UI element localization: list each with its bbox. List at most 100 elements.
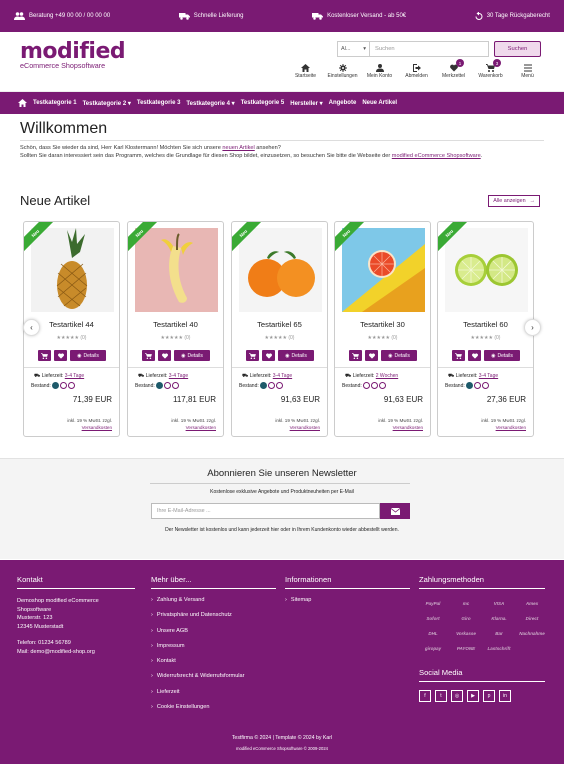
nav-mein-konto[interactable]: Mein Konto	[361, 64, 398, 79]
truck-icon: ⛟	[345, 373, 352, 379]
modified-link[interactable]: modified eCommerce Shopsoftware	[392, 153, 481, 159]
payment-logo: VISA	[493, 600, 505, 606]
details-button[interactable]: ◉ Details	[381, 350, 417, 361]
shipping-costs-link[interactable]: Versandkosten	[186, 425, 216, 430]
product-card[interactable]: Neu Testartikel 30 ★★★★★ (0) ◉ Details ⛟ …	[334, 221, 431, 437]
product-name[interactable]: Testartikel 40	[128, 320, 223, 329]
heart-icon	[161, 352, 168, 359]
footer-link[interactable]: › Unsere AGB	[151, 628, 276, 634]
rating-count: (0)	[184, 335, 191, 341]
shipping-costs-link[interactable]: Versandkosten	[393, 425, 423, 430]
shipping-costs-link[interactable]: Versandkosten	[82, 425, 112, 430]
add-to-wishlist-button[interactable]	[158, 350, 171, 361]
product-image[interactable]	[135, 228, 218, 312]
footer-link[interactable]: › Sitemap	[285, 597, 410, 603]
category-item[interactable]: Testkategorie 1	[33, 100, 77, 106]
add-to-cart-button[interactable]	[38, 350, 51, 361]
delivery-value[interactable]: 3-4 Tage	[65, 373, 84, 379]
product-card[interactable]: Neu Testartikel 65 ★★★★★ (0) ◉ Details ⛟ …	[231, 221, 328, 437]
category-item[interactable]: Testkategorie 5	[241, 100, 285, 106]
search-input[interactable]: Suchen	[369, 41, 489, 57]
product-card[interactable]: Neu Testartikel 40 ★★★★★ (0) ◉ Details ⛟ …	[127, 221, 224, 437]
footer-link[interactable]: › Privatsphäre und Datenschutz	[151, 612, 276, 618]
show-all-button[interactable]: Alle anzeigen →	[488, 194, 540, 207]
nav-startseite[interactable]: Startseite	[287, 64, 324, 79]
product-image[interactable]	[239, 228, 322, 312]
newsletter-email-input[interactable]: Ihre E-Mail-Adresse ...	[151, 503, 380, 519]
details-button[interactable]: ◉ Details	[70, 350, 106, 361]
chevron-right-icon: ›	[531, 323, 534, 332]
nav-merkzettel[interactable]: 1 Merkzettel	[435, 59, 472, 79]
nav-warenkorb[interactable]: 3 Warenkorb	[472, 59, 509, 79]
add-to-cart-button[interactable]	[349, 350, 362, 361]
add-to-wishlist-button[interactable]	[262, 350, 275, 361]
tax-info: inkl. 19 % MwSt. zzgl. Versandkosten	[481, 417, 526, 431]
product-image[interactable]	[445, 228, 528, 312]
add-to-cart-button[interactable]	[452, 350, 465, 361]
category-item[interactable]: Testkategorie 3	[137, 100, 181, 106]
return-icon	[475, 12, 483, 20]
details-button[interactable]: ◉ Details	[174, 350, 210, 361]
details-label: Details	[187, 352, 203, 359]
shipping-info: Kostenloser Versand - ab 50€	[312, 12, 406, 20]
footer-heading: Mehr über...	[151, 575, 276, 589]
category-item[interactable]: Angebote	[329, 100, 357, 106]
product-image[interactable]	[31, 228, 114, 312]
add-to-cart-button[interactable]	[142, 350, 155, 361]
footer-link[interactable]: › Zahlung & Versand	[151, 597, 276, 603]
footer-link-label: Impressum	[156, 642, 185, 649]
product-name[interactable]: Testartikel 60	[438, 320, 533, 329]
product-card[interactable]: Neu Testartikel 60 ★★★★★ (0) ◉ Details ⛟ …	[437, 221, 534, 437]
search-button[interactable]: Suchen	[494, 41, 541, 57]
delivery-value[interactable]: 3-4 Tage	[169, 373, 188, 379]
rating-count: (0)	[494, 335, 501, 341]
slider-next-button[interactable]: ›	[524, 319, 541, 336]
copyright: Testfirma © 2024 | Template © 2024 by Ka…	[231, 735, 333, 741]
facebook-icon[interactable]: f	[419, 690, 431, 702]
contact-mail[interactable]: Mail: demo@modified-shop.org	[17, 648, 135, 657]
newsletter-submit-button[interactable]	[380, 503, 410, 519]
shipping-costs-link[interactable]: Versandkosten	[496, 425, 526, 430]
twitter-icon[interactable]: t	[435, 690, 447, 702]
pinterest-icon[interactable]: p	[483, 690, 495, 702]
footer-link[interactable]: › Lieferzeit	[151, 689, 276, 695]
chevron-right-icon: ›	[151, 612, 153, 619]
shipping-costs-link[interactable]: Versandkosten	[290, 425, 320, 430]
add-to-wishlist-button[interactable]	[365, 350, 378, 361]
search-category-select[interactable]: Al... ▾	[337, 41, 369, 57]
instagram-icon[interactable]: ◎	[451, 690, 463, 702]
new-articles-link[interactable]: neuen Artikel	[222, 145, 254, 151]
add-to-wishlist-button[interactable]	[468, 350, 481, 361]
product-name[interactable]: Testartikel 65	[232, 320, 327, 329]
gear-icon	[338, 64, 347, 72]
footer-link[interactable]: › Widerrufsrecht & Widerrufsformular	[151, 673, 276, 679]
category-item[interactable]: Neue Artikel	[362, 100, 397, 106]
footer-link[interactable]: › Impressum	[151, 643, 276, 649]
youtube-icon[interactable]: ▶	[467, 690, 479, 702]
home-icon[interactable]	[18, 99, 27, 107]
product-name[interactable]: Testartikel 30	[335, 320, 430, 329]
add-to-cart-button[interactable]	[246, 350, 259, 361]
delivery-time: ⛟ Lieferzeit: 3-4 Tage	[34, 373, 84, 380]
category-item[interactable]: Testkategorie 4 ▾	[186, 100, 234, 107]
linkedin-icon[interactable]: in	[499, 690, 511, 702]
shop-logo[interactable]: modified eCommerce Shopsoftware	[20, 41, 126, 71]
footer-link[interactable]: › Cookie Einstellungen	[151, 704, 276, 710]
footer-link-label: Sitemap	[290, 597, 312, 603]
delivery-value[interactable]: 3-4 Tage	[273, 373, 292, 379]
nav-menu[interactable]: Menü	[509, 64, 546, 79]
payment-logo: Lastschrift	[487, 645, 511, 651]
page-title: Willkommen	[20, 120, 108, 137]
footer-link[interactable]: › Kontakt	[151, 658, 276, 664]
details-button[interactable]: ◉ Details	[278, 350, 314, 361]
nav-einstellungen[interactable]: Einstellungen	[324, 64, 361, 79]
delivery-value[interactable]: 2 Wochen	[376, 373, 398, 379]
category-item[interactable]: Hersteller ▾	[290, 100, 322, 107]
slider-prev-button[interactable]: ‹	[23, 319, 40, 336]
details-button[interactable]: ◉ Details	[484, 350, 520, 361]
product-image[interactable]	[342, 228, 425, 312]
delivery-value[interactable]: 3-4 Tage	[479, 373, 498, 379]
add-to-wishlist-button[interactable]	[54, 350, 67, 361]
category-item[interactable]: Testkategorie 2 ▾	[83, 100, 131, 107]
nav-abmelden[interactable]: Abmelden	[398, 64, 435, 79]
